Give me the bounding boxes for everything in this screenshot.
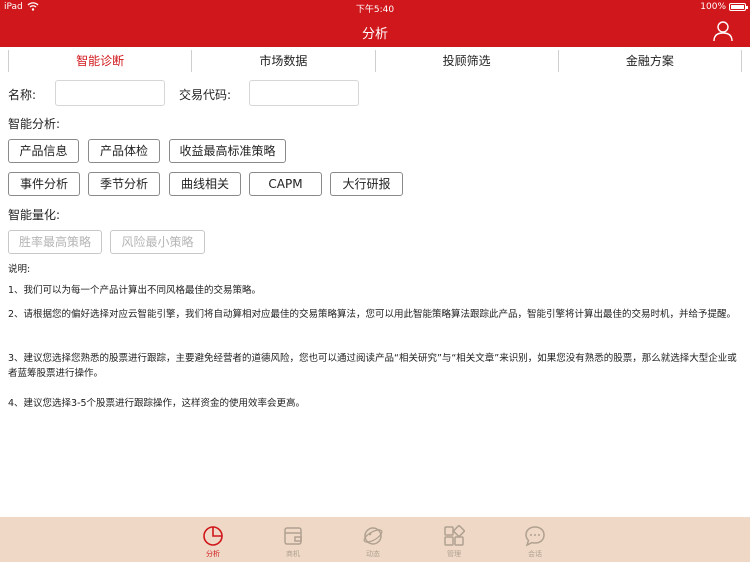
pie-chart-icon [193, 525, 233, 547]
note-item: 3、建议您选择您熟悉的股票进行跟踪，主要避免经营者的道德风险，您也可以通过阅读产… [8, 353, 737, 379]
battery-percent: 100% [700, 2, 726, 12]
season-analysis-button[interactable]: 季节分析 [88, 172, 160, 196]
tab-market-data[interactable]: 市场数据 [192, 50, 376, 72]
page-title: 分析 [361, 27, 388, 42]
tabbar-label: 管理 [447, 550, 461, 558]
tabbar-label: 会话 [528, 550, 542, 558]
event-analysis-button[interactable]: 事件分析 [8, 172, 80, 196]
battery-icon [729, 3, 748, 11]
grid-icon [434, 525, 474, 547]
tabbar-item-dynamics[interactable]: 动态 [353, 525, 393, 559]
tabbar-item-management[interactable]: 管理 [434, 525, 474, 559]
notes-title: 说明: [8, 264, 31, 275]
min-risk-strategy-button[interactable]: 风险最小策略 [110, 230, 205, 254]
note-item: 1、我们可以为每一个产品计算出不同风格最佳的交易策略。 [8, 285, 262, 296]
tabbar-item-analysis[interactable]: 分析 [193, 525, 233, 559]
chat-bubble-icon [515, 525, 555, 547]
max-win-rate-strategy-button[interactable]: 胜率最高策略 [8, 230, 102, 254]
tabbar-label: 分析 [206, 550, 220, 558]
max-return-strategy-button[interactable]: 收益最高标准策略 [169, 139, 286, 163]
curve-correlation-button[interactable]: 曲线相关 [169, 172, 241, 196]
smart-analysis-label: 智能分析: [8, 117, 61, 131]
planet-icon [353, 525, 393, 547]
tab-financial-plan[interactable]: 金融方案 [559, 50, 742, 72]
broker-research-button[interactable]: 大行研报 [330, 172, 403, 196]
name-label: 名称: [8, 88, 37, 102]
note-item: 4、建议您选择3-5个股票进行跟踪操作，这样资金的使用效率会更高。 [8, 398, 306, 409]
capm-button[interactable]: CAPM [249, 172, 322, 196]
tab-smart-diagnosis[interactable]: 智能诊断 [9, 50, 193, 72]
status-bar: iPad 下午5:40 100% [0, 0, 750, 15]
nav-bar: 分析 [0, 15, 750, 47]
tabbar-item-chat[interactable]: 会话 [515, 525, 555, 559]
status-time: 下午5:40 [355, 5, 395, 15]
smart-quant-label: 智能量化: [8, 208, 61, 222]
code-input[interactable] [249, 80, 359, 106]
wallet-icon [273, 525, 313, 547]
tabbar-label: 动态 [366, 550, 380, 558]
product-info-button[interactable]: 产品信息 [8, 139, 79, 163]
tabbar-item-opportunity[interactable]: 商机 [273, 525, 313, 559]
segment-tabs: 智能诊断 市场数据 投顾筛选 金融方案 [8, 50, 742, 72]
tab-advisor-filter[interactable]: 投顾筛选 [376, 50, 559, 72]
bottom-tab-bar: 分析 商机 动态 管理 会话 [0, 517, 750, 562]
note-item: 2、请根据您的偏好选择对应云智能引擎，我们将自动算相对应最佳的交易策略算法，您可… [8, 309, 737, 320]
product-checkup-button[interactable]: 产品体检 [88, 139, 160, 163]
tabbar-label: 商机 [286, 550, 300, 558]
code-label: 交易代码: [179, 88, 232, 102]
name-input[interactable] [55, 80, 165, 106]
user-icon[interactable] [712, 20, 734, 42]
